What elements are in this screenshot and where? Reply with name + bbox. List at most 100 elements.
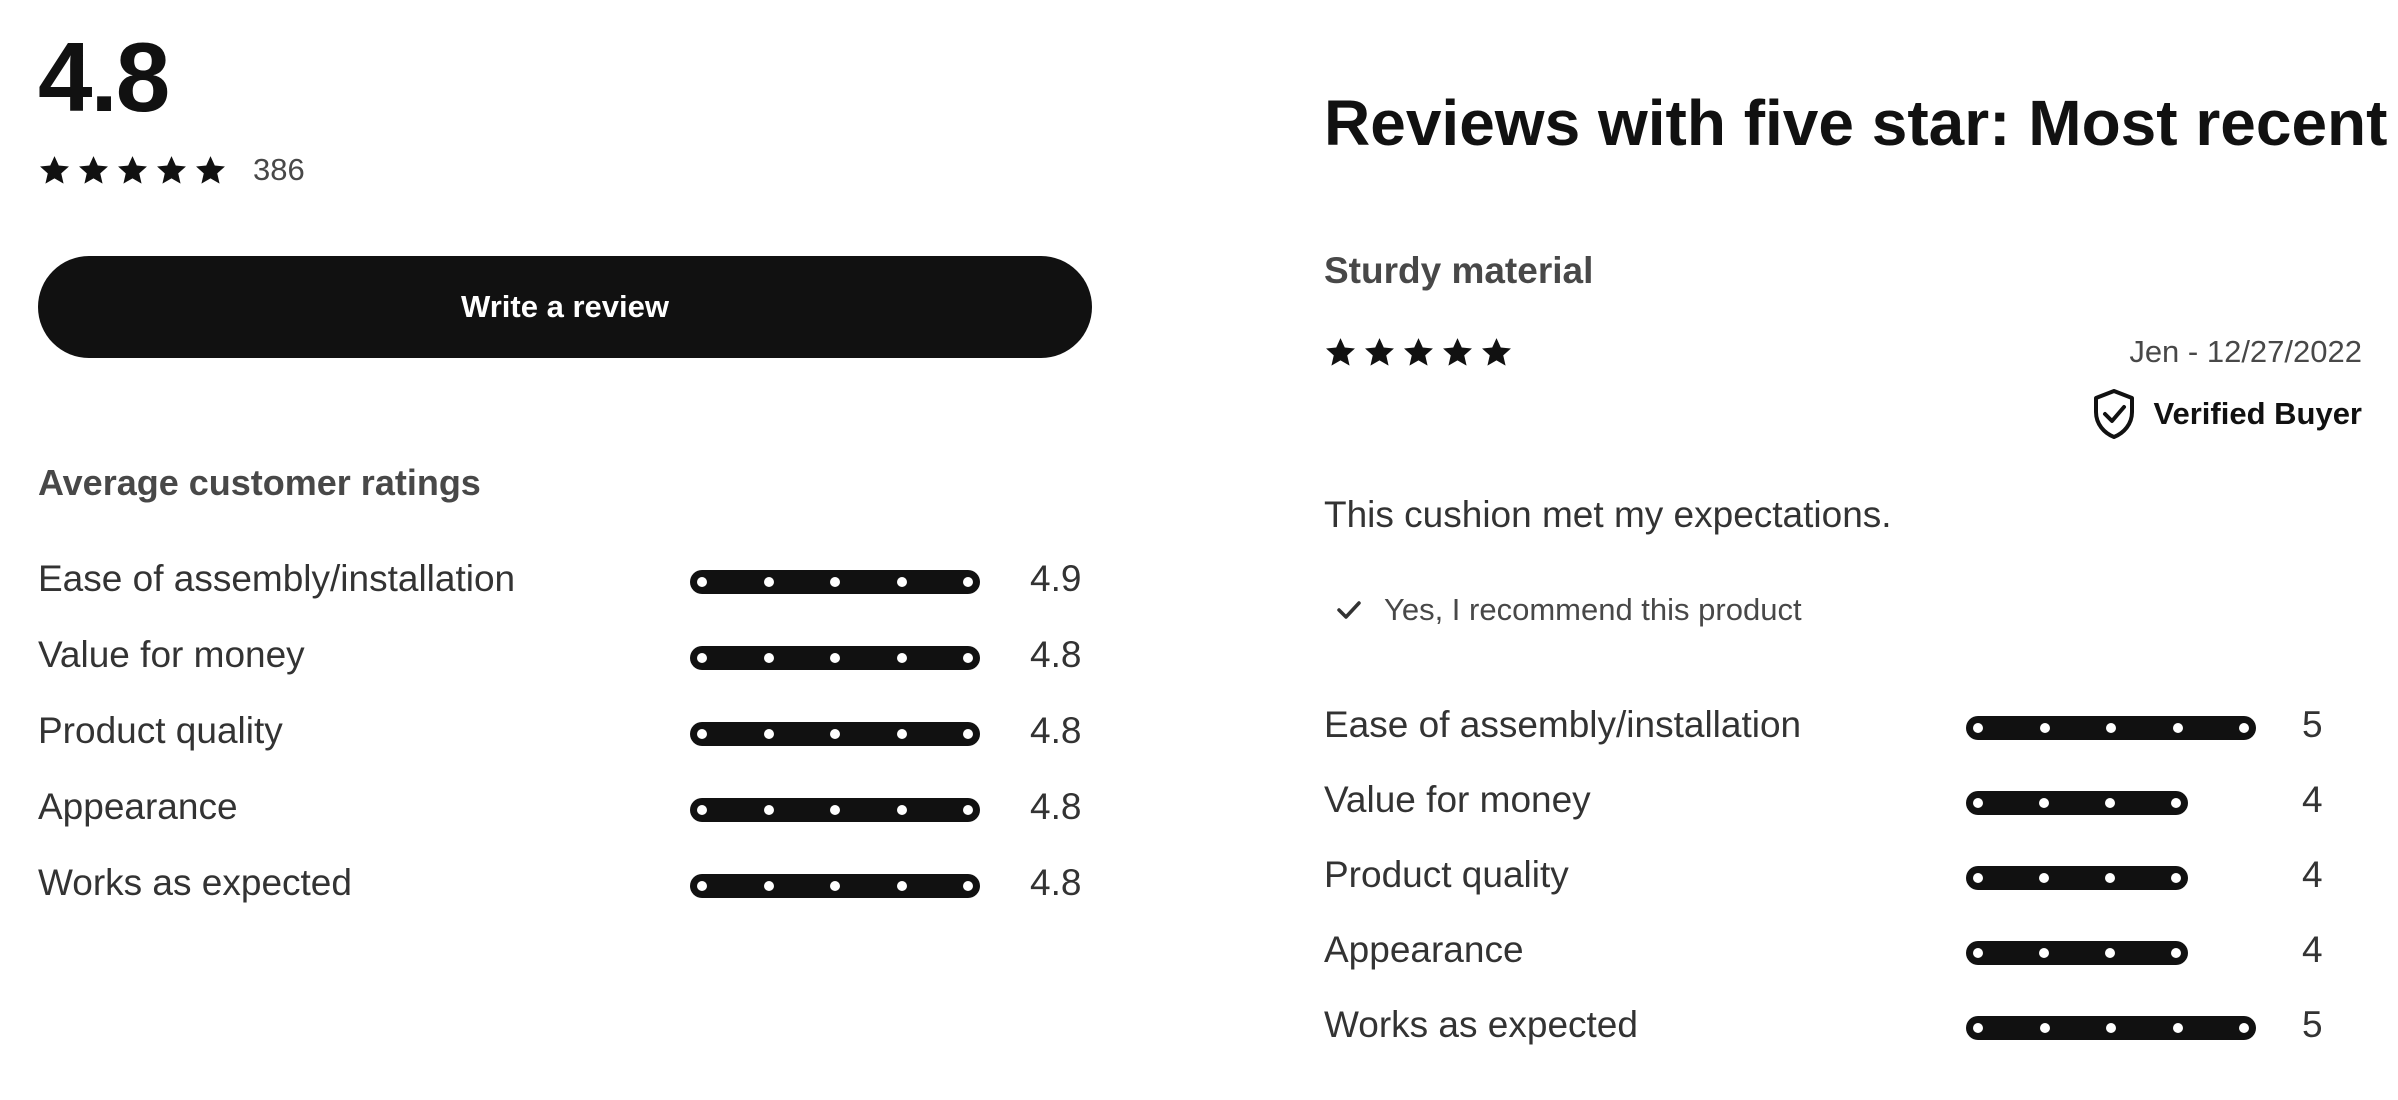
average-ratings-list: Ease of assembly/installation 4.9 Value … — [38, 550, 1098, 930]
rating-label: Appearance — [1324, 929, 1524, 970]
recommend-row: Yes, I recommend this product — [1336, 592, 1802, 628]
rating-bar — [1966, 1016, 2256, 1040]
rating-bar-dot — [2172, 723, 2183, 733]
average-score: 4.8 — [38, 22, 170, 132]
rating-bar-dot — [830, 653, 840, 663]
rating-row: Product quality 4 — [1324, 846, 2364, 921]
rating-label: Appearance — [38, 786, 238, 827]
review-title: Sturdy material — [1324, 250, 1594, 291]
rating-bar-dot — [2172, 1023, 2183, 1033]
rating-bar-dot — [830, 577, 840, 587]
rating-bar — [690, 798, 980, 822]
star-icon — [157, 155, 186, 184]
rating-bar-dot — [2105, 948, 2115, 958]
rating-bar — [1966, 791, 2188, 815]
rating-bar-dot — [963, 653, 973, 663]
rating-bar-dot — [763, 729, 774, 739]
rating-value: 4 — [2302, 854, 2323, 895]
rating-bar-dot — [830, 805, 840, 815]
rating-bar-dot — [2171, 798, 2181, 808]
review-text: This cushion met my expectations. — [1324, 494, 1892, 535]
review-ratings-list: Ease of assembly/installation 5 Value fo… — [1324, 696, 2364, 1071]
rating-bar-dot — [2239, 1023, 2249, 1033]
review-stars — [1324, 336, 1513, 369]
ratings-reviews-page: 4.8 386 Write a review Average customer … — [0, 0, 2398, 1100]
star-icon — [40, 155, 69, 184]
rating-bar — [690, 874, 980, 898]
rating-bar-dot — [2039, 873, 2049, 883]
rating-value: 5 — [2302, 1004, 2323, 1045]
shield-check-icon — [2093, 389, 2134, 439]
rating-row: Works as expected 4.8 — [38, 854, 1098, 930]
rating-bar-dot — [697, 881, 707, 891]
review-author-date: Jen - 12/27/2022 — [2129, 334, 2362, 369]
rating-label: Works as expected — [1324, 1004, 1638, 1045]
rating-bar-dot — [830, 729, 840, 739]
rating-bar-dot — [2106, 723, 2116, 733]
rating-bar-dot — [896, 729, 907, 739]
rating-value: 4 — [2302, 779, 2323, 820]
rating-bar-dot — [896, 653, 907, 663]
star-icon — [118, 155, 147, 184]
rating-bar-dot — [2105, 798, 2115, 808]
rating-bar-dot — [1973, 723, 1983, 733]
rating-bar-dot — [2039, 1023, 2050, 1033]
verified-buyer-badge: Verified Buyer — [2092, 388, 2362, 440]
rating-bar — [690, 722, 980, 746]
rating-label: Value for money — [1324, 779, 1591, 820]
overall-rating-row: 386 — [38, 152, 305, 188]
rating-bar-dot — [2039, 798, 2049, 808]
rating-bar-dot — [2106, 1023, 2116, 1033]
rating-bar — [1966, 866, 2188, 890]
overall-stars — [38, 154, 227, 187]
rating-label: Ease of assembly/installation — [38, 558, 516, 599]
rating-bar-dot — [697, 729, 707, 739]
rating-row: Product quality 4.8 — [38, 702, 1098, 778]
rating-bar-dot — [963, 805, 973, 815]
recommend-label: Yes, I recommend this product — [1384, 592, 1802, 627]
star-icon — [79, 155, 108, 184]
rating-row: Value for money 4 — [1324, 771, 2364, 846]
rating-value: 4.8 — [1030, 862, 1082, 903]
star-icon — [196, 155, 225, 184]
rating-bar — [690, 646, 980, 670]
rating-bar-dot — [2239, 723, 2249, 733]
rating-bar-dot — [963, 881, 973, 891]
rating-label: Product quality — [1324, 854, 1569, 895]
rating-bar-dot — [896, 805, 907, 815]
rating-value: 5 — [2302, 704, 2323, 745]
rating-label: Ease of assembly/installation — [1324, 704, 1802, 745]
rating-row: Works as expected 5 — [1324, 996, 2364, 1071]
rating-bar — [1966, 941, 2188, 965]
verified-buyer-label: Verified Buyer — [2153, 396, 2362, 431]
rating-value: 4.9 — [1030, 558, 1082, 599]
rating-bar-dot — [2039, 723, 2050, 733]
checkmark-icon — [1337, 601, 1361, 619]
rating-bar-dot — [830, 881, 840, 891]
rating-row: Value for money 4.8 — [38, 626, 1098, 702]
rating-row: Ease of assembly/installation 4.9 — [38, 550, 1098, 626]
star-icon — [1365, 338, 1394, 366]
rating-value: 4.8 — [1030, 710, 1082, 751]
rating-value: 4.8 — [1030, 786, 1082, 827]
rating-value: 4 — [2302, 929, 2323, 970]
review-count[interactable]: 386 — [253, 152, 305, 188]
rating-bar-dot — [963, 577, 973, 587]
rating-bar-dot — [763, 577, 774, 587]
rating-bar-dot — [963, 729, 973, 739]
rating-bar-dot — [763, 653, 774, 663]
rating-bar-dot — [1973, 1023, 1983, 1033]
write-review-button[interactable]: Write a review — [38, 256, 1092, 358]
rating-bar — [1966, 716, 2256, 740]
rating-value: 4.8 — [1030, 634, 1082, 675]
rating-bar-dot — [1973, 948, 1983, 958]
rating-bar — [690, 570, 980, 594]
rating-label: Product quality — [38, 710, 283, 751]
rating-bar-dot — [763, 805, 774, 815]
rating-bar-dot — [1973, 798, 1983, 808]
rating-bar-dot — [763, 881, 774, 891]
rating-bar-dot — [2039, 948, 2049, 958]
reviews-heading: Reviews with five star: Most recent — [1324, 87, 2388, 159]
rating-row: Appearance 4 — [1324, 921, 2364, 996]
rating-label: Works as expected — [38, 862, 352, 903]
